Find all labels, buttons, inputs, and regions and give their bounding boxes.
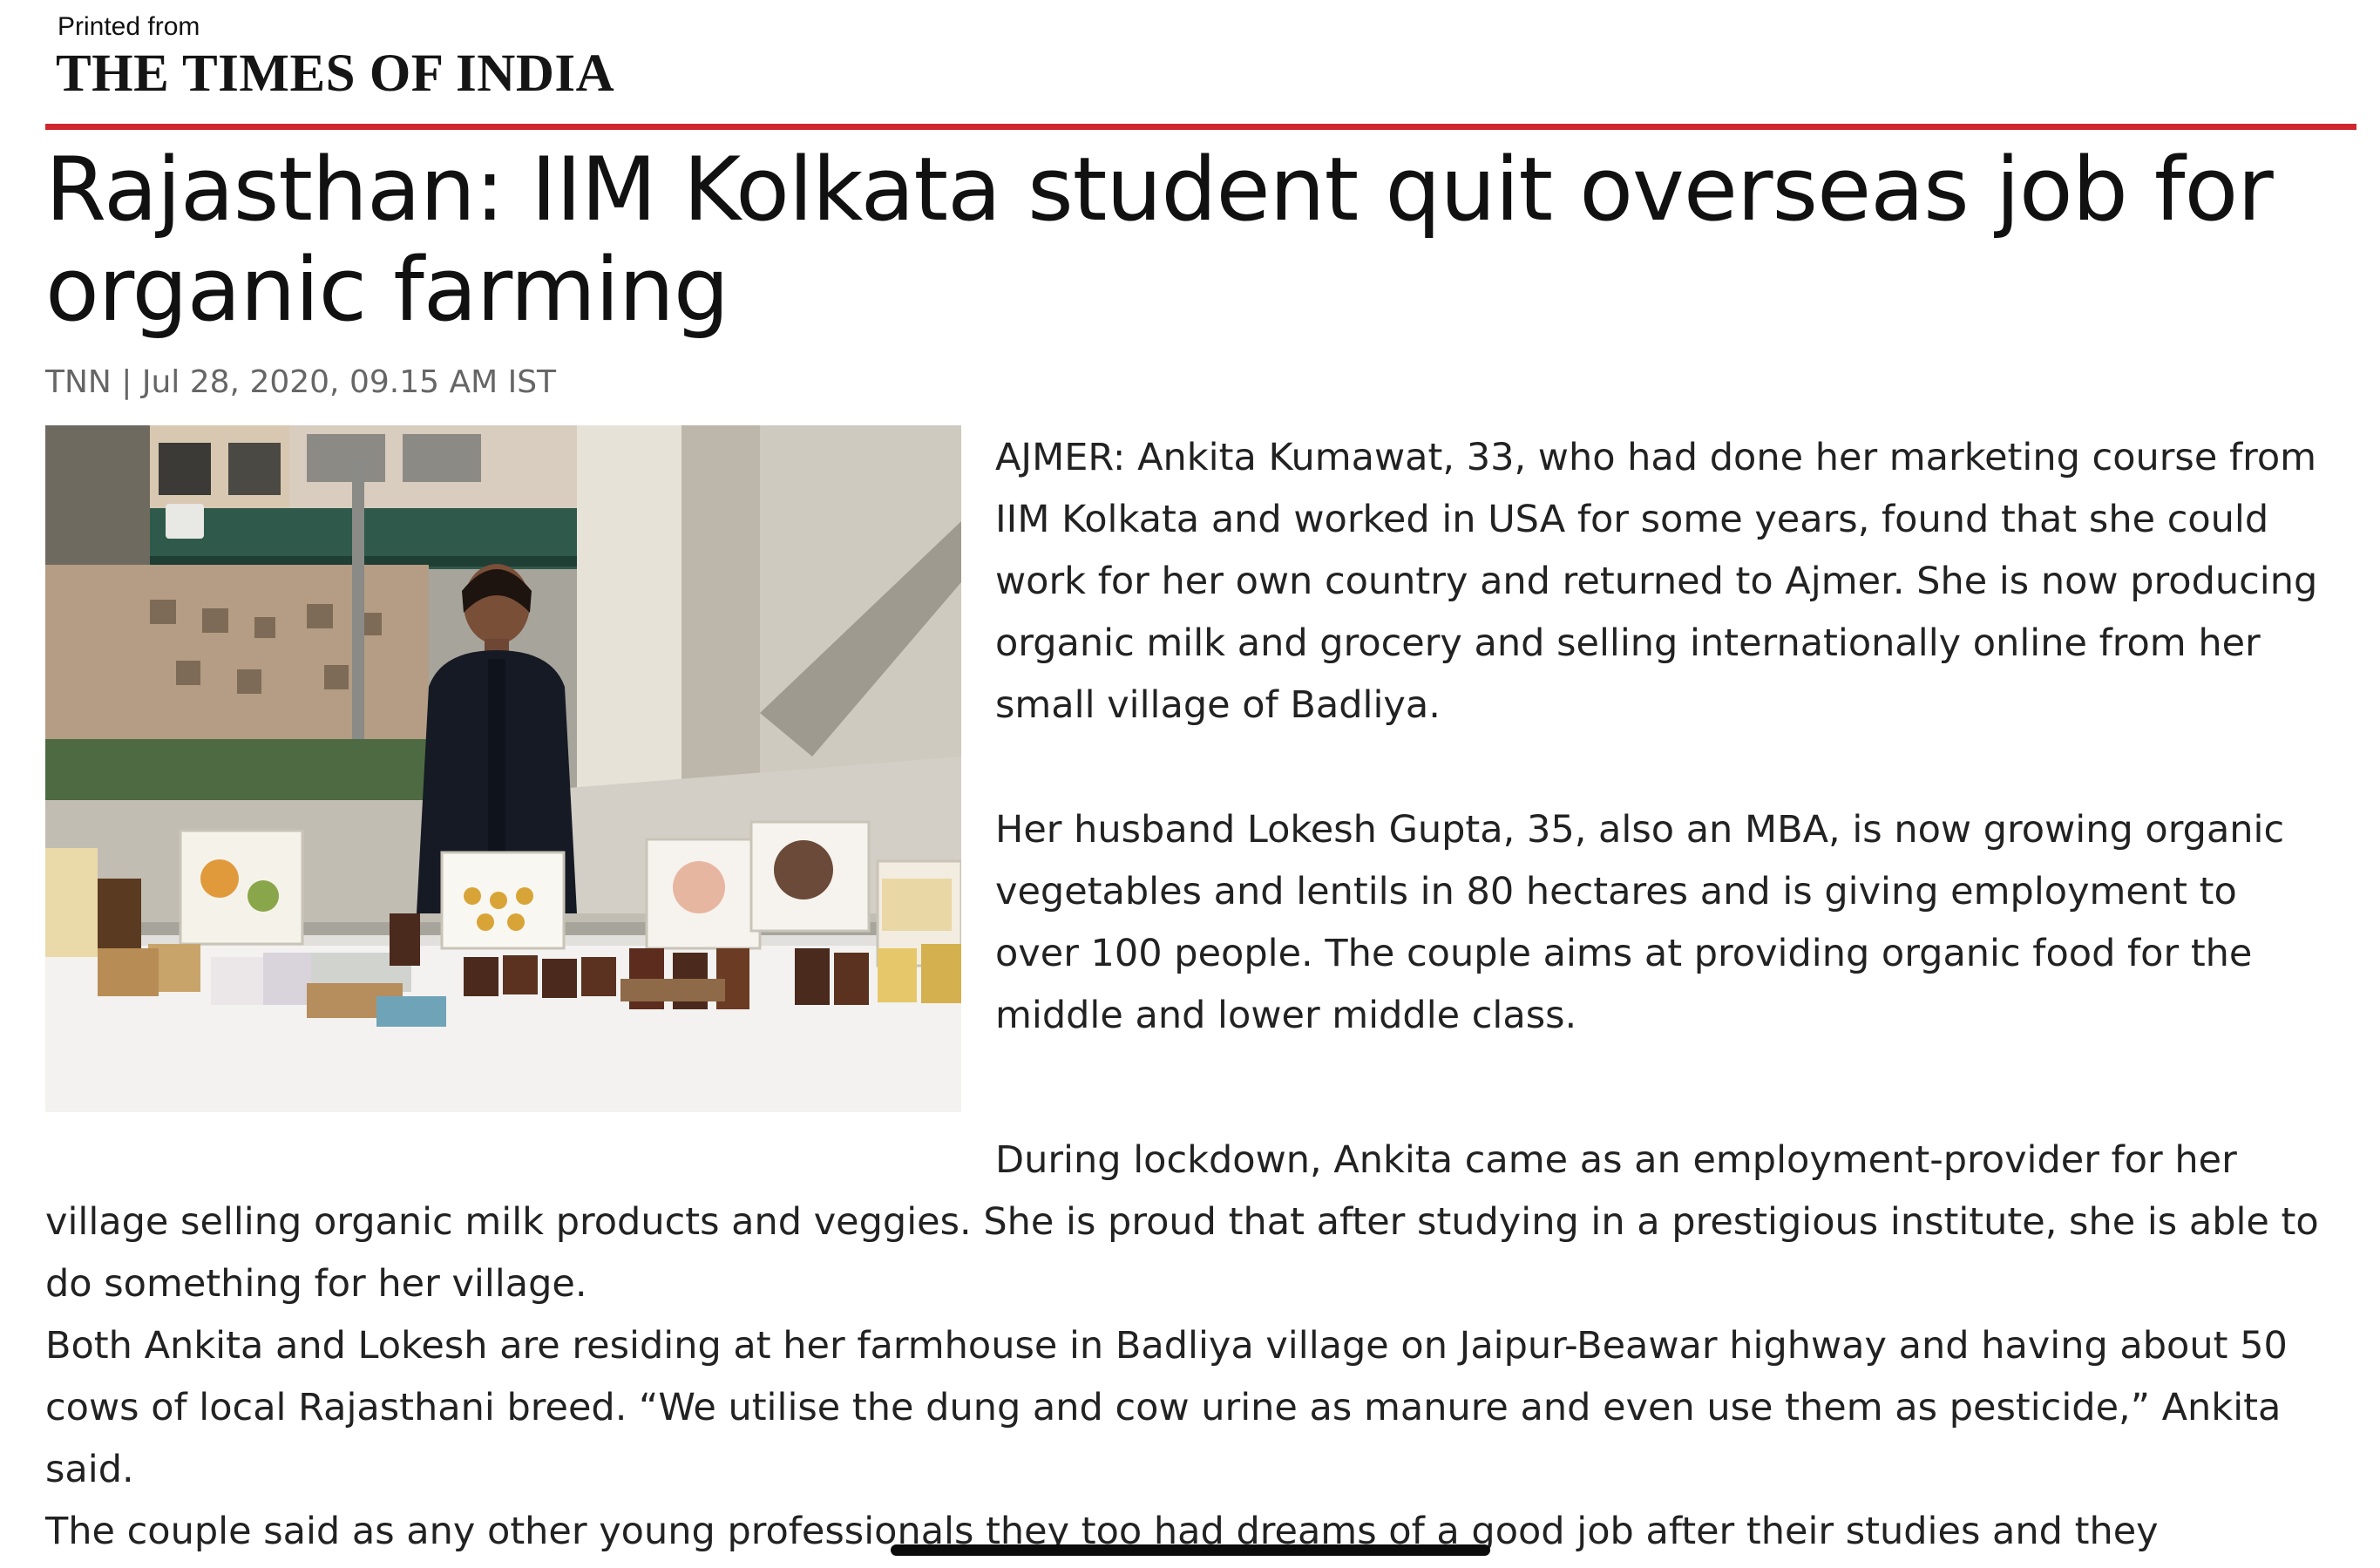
publication-masthead: THE TIMES OF INDIA — [56, 44, 615, 103]
article-paragraph-3: During lockdown, Ankita came as an emplo… — [45, 1138, 2319, 1306]
article-byline: TNN | Jul 28, 2020, 09.15 AM IST — [45, 364, 557, 400]
article-paragraph-4: Both Ankita and Lokesh are residing at h… — [45, 1324, 2288, 1491]
printed-article-page: Printed from THE TIMES OF INDIA Rajastha… — [0, 0, 2380, 1568]
home-indicator-bar[interactable] — [891, 1544, 1490, 1556]
masthead-divider — [45, 124, 2356, 130]
printed-from-label: Printed from — [58, 12, 200, 41]
photo-illustration — [45, 425, 961, 1112]
article-paragraph-2: Her husband Lokesh Gupta, 35, also an MB… — [995, 808, 2285, 1037]
article-headline: Rajasthan: IIM Kolkata student quit over… — [45, 138, 2274, 341]
article-paragraph-1: AJMER: Ankita Kumawat, 33, who had done … — [995, 436, 2318, 727]
article-photo — [45, 425, 961, 1112]
